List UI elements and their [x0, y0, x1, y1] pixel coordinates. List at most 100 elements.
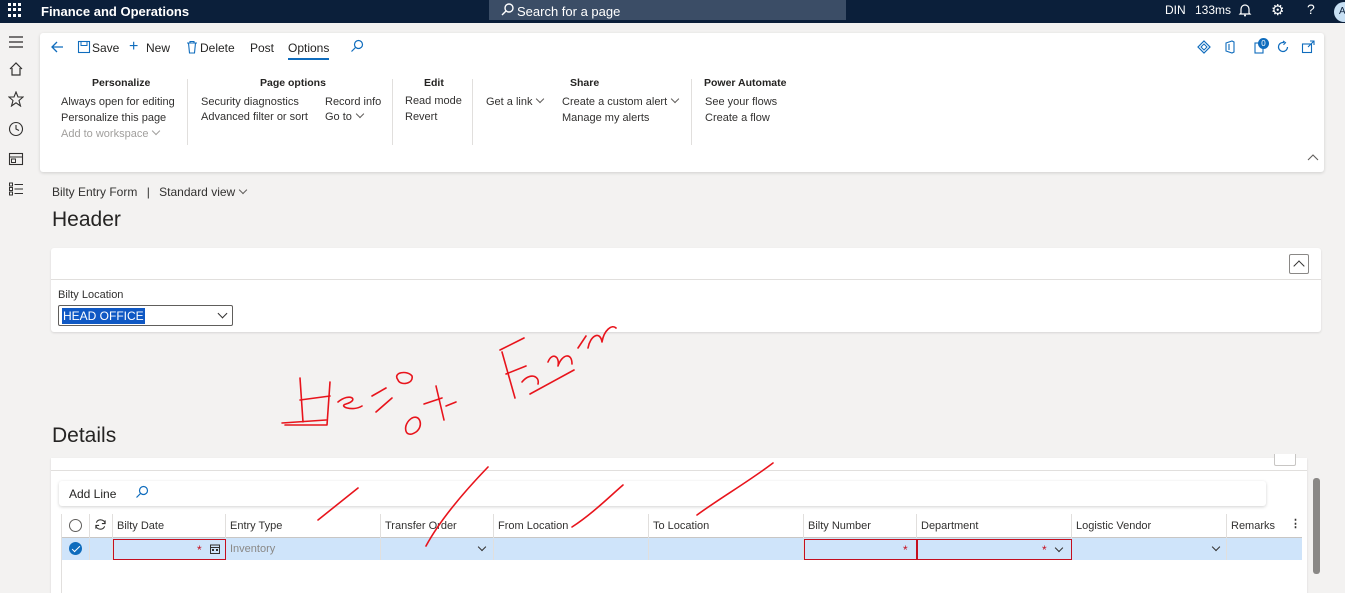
read-mode-button[interactable]: Read mode: [405, 95, 462, 107]
column-entry-type[interactable]: Entry Type: [226, 514, 381, 538]
workspaces-icon[interactable]: [8, 151, 24, 167]
details-collapse-button[interactable]: [1274, 454, 1296, 466]
gear-icon[interactable]: ⚙: [1271, 1, 1284, 19]
grid-header-row: Bilty Date Entry Type Transfer Order Fro…: [62, 514, 1302, 538]
company-picker[interactable]: DIN: [1165, 3, 1186, 17]
column-to-location[interactable]: To Location: [649, 514, 804, 538]
bilty-number-input[interactable]: *: [804, 539, 917, 560]
get-a-link-button[interactable]: Get a link: [486, 94, 545, 108]
column-from-location[interactable]: From Location: [494, 514, 649, 538]
page-search-box[interactable]: Search for a page: [489, 0, 846, 20]
bilty-location-select[interactable]: HEAD OFFICE: [58, 305, 233, 326]
back-arrow-icon[interactable]: [50, 40, 64, 54]
department-select[interactable]: *: [917, 539, 1072, 560]
save-button[interactable]: Save: [92, 41, 119, 55]
column-bilty-number[interactable]: Bilty Number: [804, 514, 917, 538]
trash-icon: [187, 40, 197, 54]
entry-type-cell[interactable]: Inventory: [226, 539, 381, 560]
see-your-flows-button[interactable]: See your flows: [705, 96, 777, 108]
lines-search-icon[interactable]: [135, 485, 149, 499]
row-select-cell: [62, 539, 90, 560]
column-bilty-date[interactable]: Bilty Date: [113, 514, 226, 538]
chevron-down-icon: [536, 94, 545, 104]
column-transfer-order[interactable]: Transfer Order: [381, 514, 494, 538]
header-card: Bilty Location HEAD OFFICE: [51, 248, 1321, 332]
view-name: Standard view: [159, 185, 236, 199]
hamburger-menu-icon[interactable]: [8, 34, 24, 50]
create-a-flow-button[interactable]: Create a flow: [705, 112, 770, 124]
search-icon: [501, 3, 514, 16]
top-navigation-bar: Finance and Operations Search for a page…: [0, 0, 1345, 23]
save-icon: [77, 40, 91, 54]
select-all-radio[interactable]: [69, 519, 82, 532]
personalize-this-page-button[interactable]: Personalize this page: [61, 112, 166, 124]
details-section-title: Details: [52, 424, 117, 447]
group-title-edit: Edit: [424, 77, 444, 89]
star-icon[interactable]: [8, 91, 24, 107]
transfer-order-select[interactable]: [381, 539, 494, 560]
from-location-input[interactable]: [494, 539, 649, 560]
chevron-down-icon: [1054, 543, 1064, 553]
remarks-input[interactable]: [1227, 539, 1302, 560]
column-options-icon[interactable]: ⋮: [1287, 514, 1301, 538]
form-name: Bilty Entry Form: [52, 185, 138, 199]
security-diagnostics-button[interactable]: Security diagnostics: [201, 96, 299, 108]
group-divider: [187, 79, 188, 145]
home-icon[interactable]: [8, 61, 24, 77]
bell-icon[interactable]: [1238, 3, 1252, 17]
get-a-link-label: Get a link: [486, 96, 533, 108]
post-button[interactable]: Post: [250, 41, 274, 55]
column-department[interactable]: Department: [917, 514, 1072, 538]
logistic-vendor-select[interactable]: [1072, 539, 1227, 560]
open-new-window-icon[interactable]: [1301, 40, 1315, 54]
recent-clock-icon[interactable]: [8, 121, 24, 137]
header-section-title: Header: [52, 208, 121, 231]
manage-my-alerts-button[interactable]: Manage my alerts: [562, 112, 649, 124]
vertical-scrollbar[interactable]: [1313, 478, 1320, 574]
collapse-header-button[interactable]: [1289, 254, 1309, 274]
calendar-icon[interactable]: [210, 544, 220, 554]
record-info-button[interactable]: Record info: [325, 96, 381, 108]
app-title[interactable]: Finance and Operations: [41, 4, 189, 19]
group-title-personalize: Personalize: [92, 77, 151, 89]
office-icon[interactable]: [1223, 40, 1237, 54]
group-divider: [392, 79, 393, 145]
collapse-ribbon-icon[interactable]: [1306, 151, 1320, 165]
delete-button[interactable]: Delete: [200, 41, 235, 55]
load-timing: 133ms: [1195, 3, 1232, 17]
to-location-input[interactable]: [649, 539, 804, 560]
modules-list-icon[interactable]: [8, 181, 24, 197]
row-state-cell: [90, 539, 113, 560]
chevron-down-icon: [238, 185, 248, 195]
search-placeholder: Search for a page: [517, 4, 621, 19]
required-indicator: *: [197, 543, 202, 557]
create-custom-alert-button[interactable]: Create a custom alert: [562, 94, 680, 108]
bilty-location-label: Bilty Location: [58, 289, 124, 301]
required-indicator: *: [1042, 543, 1047, 557]
group-title-page-options: Page options: [260, 77, 326, 89]
add-line-button[interactable]: Add Line: [69, 487, 116, 501]
column-logistic-vendor[interactable]: Logistic Vendor: [1072, 514, 1227, 538]
advanced-filter-button[interactable]: Advanced filter or sort: [201, 111, 308, 123]
app-launcher-icon[interactable]: [8, 3, 22, 17]
avatar[interactable]: A: [1334, 2, 1345, 22]
new-button[interactable]: New: [146, 41, 170, 55]
grid-refresh-icon[interactable]: [94, 518, 107, 531]
revert-button[interactable]: Revert: [405, 111, 437, 123]
chevron-down-icon: [355, 109, 365, 119]
go-to-button[interactable]: Go to: [325, 109, 365, 123]
bilty-date-input[interactable]: *: [113, 539, 226, 560]
action-search-icon[interactable]: [350, 39, 364, 53]
action-pane: Save + New Delete Post Options 0 Persona…: [40, 33, 1324, 172]
refresh-icon[interactable]: [1276, 40, 1290, 54]
table-row[interactable]: * Inventory * *: [62, 538, 1302, 560]
power-apps-icon[interactable]: [1197, 40, 1211, 54]
row-selected-radio[interactable]: [69, 542, 82, 555]
add-to-workspace-label: Add to workspace: [61, 128, 149, 140]
add-to-workspace-button: Add to workspace: [61, 126, 161, 140]
always-open-for-editing-button[interactable]: Always open for editing: [61, 96, 175, 108]
group-divider: [691, 79, 692, 145]
help-icon[interactable]: ?: [1307, 1, 1315, 17]
tab-options[interactable]: Options: [288, 41, 330, 60]
view-selector[interactable]: Standard view: [159, 185, 248, 199]
